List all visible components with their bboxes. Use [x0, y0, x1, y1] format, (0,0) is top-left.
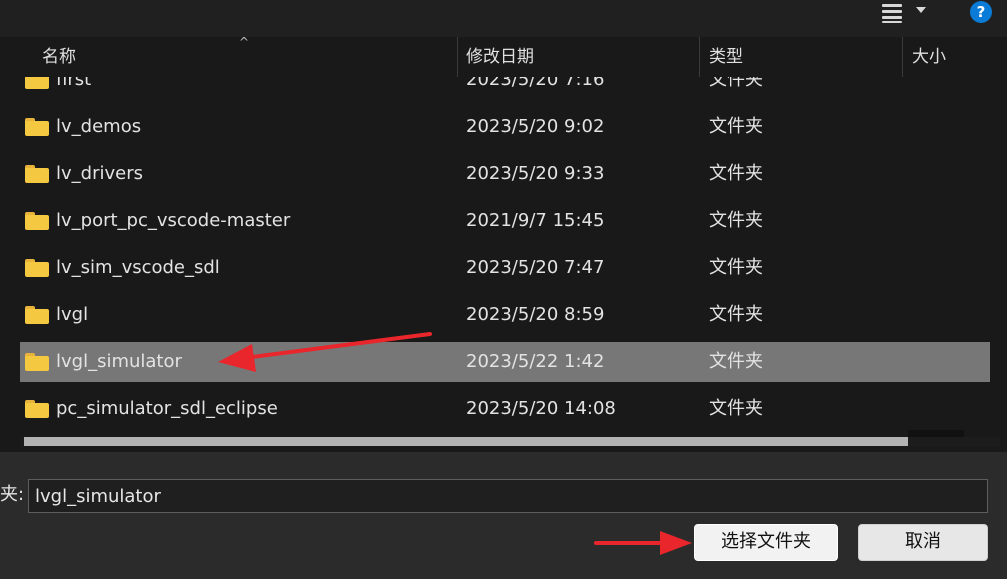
folder-label: 夹:: [0, 484, 25, 505]
column-divider[interactable]: [902, 37, 903, 77]
sort-up-icon: ^: [239, 35, 250, 49]
file-name: first: [56, 77, 92, 90]
folder-icon: [25, 212, 49, 230]
file-row[interactable]: lvgl 2023/5/20 8:59 文件夹: [20, 295, 990, 335]
file-date: 2023/5/20 7:16: [466, 77, 605, 90]
file-row[interactable]: lv_sim_vscode_sdl 2023/5/20 7:47 文件夹: [20, 248, 990, 288]
column-divider[interactable]: [457, 37, 458, 77]
file-type: 文件夹: [709, 398, 763, 419]
help-icon[interactable]: ?: [970, 1, 992, 23]
file-row[interactable]: lv_drivers 2023/5/20 9:33 文件夹: [20, 154, 990, 194]
file-date: 2023/5/20 14:08: [466, 398, 616, 419]
file-row[interactable]: lv_port_pc_vscode-master 2021/9/7 15:45 文件…: [20, 201, 990, 241]
file-name: lvgl: [56, 304, 89, 325]
folder-icon: [25, 77, 49, 89]
column-divider[interactable]: [699, 37, 700, 77]
file-name: lv_port_pc_vscode-master: [56, 210, 291, 231]
file-row[interactable]: pc_simulator_sdl_eclipse 2023/5/20 14:08 文…: [20, 389, 990, 429]
file-row[interactable]: lv_demos 2023/5/20 9:02 文件夹: [20, 107, 990, 147]
file-type: 文件夹: [709, 351, 763, 372]
list-view-icon[interactable]: [880, 2, 904, 24]
chevron-down-icon[interactable]: [916, 7, 926, 13]
file-type: 文件夹: [709, 163, 763, 184]
file-type: 文件夹: [709, 77, 763, 90]
toolbar: ?: [0, 0, 1007, 37]
scrollbar-gap: [908, 430, 964, 437]
folder-icon: [25, 306, 49, 324]
file-list: first 2023/5/20 7:16 文件夹 lv_demos 2023/5/20 …: [0, 77, 1007, 438]
file-date: 2023/5/20 9:33: [466, 163, 605, 184]
file-type: 文件夹: [709, 210, 763, 231]
column-header: ^ 名称 修改日期 类型 大小: [0, 35, 1007, 77]
file-name: lv_drivers: [56, 163, 143, 184]
column-size[interactable]: 大小: [912, 37, 946, 77]
file-type: 文件夹: [709, 304, 763, 325]
folder-icon: [25, 353, 49, 371]
select-folder-button[interactable]: 选择文件夹: [694, 524, 838, 561]
folder-icon: [25, 165, 49, 183]
file-date: 2023/5/22 1:42: [466, 351, 605, 372]
file-row[interactable]: lvgl_simulator 2023/5/22 1:42 文件夹: [20, 342, 990, 382]
folder-icon: [25, 259, 49, 277]
file-date: 2023/5/20 7:47: [466, 257, 605, 278]
column-date[interactable]: 修改日期: [466, 37, 534, 77]
file-name: pc_simulator_sdl_eclipse: [56, 398, 278, 419]
scrollbar-thumb[interactable]: [24, 437, 908, 446]
folder-icon: [25, 118, 49, 136]
folder-icon: [25, 400, 49, 418]
file-row[interactable]: first 2023/5/20 7:16 文件夹: [20, 77, 990, 100]
file-name: lv_demos: [56, 116, 142, 137]
file-date: 2021/9/7 15:45: [466, 210, 605, 231]
file-type: 文件夹: [709, 116, 763, 137]
dialog-footer: [0, 452, 1007, 579]
column-type[interactable]: 类型: [709, 37, 743, 77]
file-type: 文件夹: [709, 257, 763, 278]
cancel-button[interactable]: 取消: [858, 524, 988, 561]
file-name: lv_sim_vscode_sdl: [56, 257, 220, 278]
file-date: 2023/5/20 9:02: [466, 116, 605, 137]
file-name: lvgl_simulator: [56, 351, 182, 372]
folder-input[interactable]: [28, 479, 988, 513]
file-date: 2023/5/20 8:59: [466, 304, 605, 325]
column-name[interactable]: 名称: [42, 37, 76, 77]
